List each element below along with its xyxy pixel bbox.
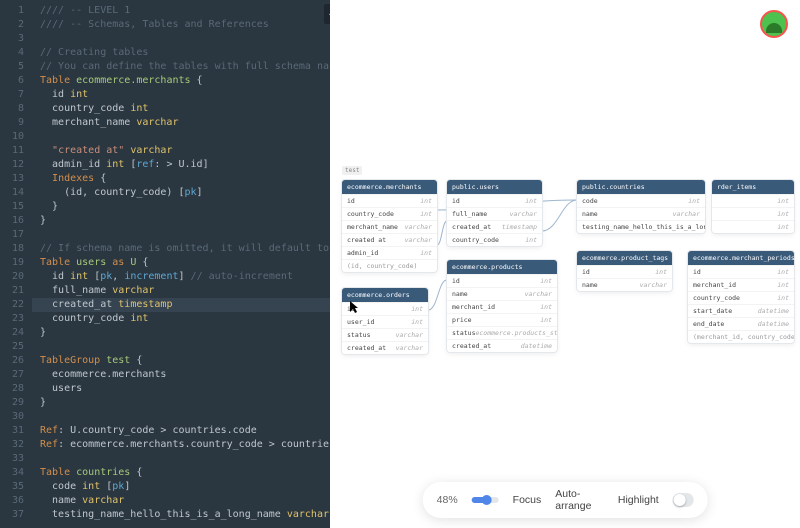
table-column[interactable]: namevarchar <box>577 278 672 291</box>
cursor-icon <box>349 300 359 314</box>
code-line[interactable]: } <box>40 396 330 410</box>
code-line[interactable] <box>40 340 330 354</box>
table-header[interactable]: public.countries <box>577 180 705 194</box>
code-editor[interactable]: 1234567891011121314151617181920212223242… <box>0 0 330 528</box>
diagram-canvas[interactable]: test ecommerce.merchantsidintcountry_cod… <box>330 0 800 528</box>
code-line[interactable]: ecommerce.merchants <box>40 368 330 382</box>
table-header[interactable]: ecommerce.products <box>447 260 557 274</box>
table-index: (id, country_code) <box>342 259 437 272</box>
table-countries[interactable]: public.countriescodeintnamevarchartestin… <box>577 180 705 233</box>
code-line[interactable]: } <box>40 214 330 228</box>
focus-button[interactable]: Focus <box>513 494 542 506</box>
table-header[interactable]: ecommerce.merchant_periods <box>688 251 794 265</box>
table-order_items[interactable]: rder_itemsintintint <box>712 180 794 233</box>
table-products[interactable]: ecommerce.productsidintnamevarcharmercha… <box>447 260 557 352</box>
table-header[interactable]: public.users <box>447 180 542 194</box>
table-column[interactable]: namevarchar <box>577 207 705 220</box>
table-column[interactable]: end_datedatetime <box>688 317 794 330</box>
code-line[interactable]: Ref: ecommerce.merchants.country_code > … <box>40 438 330 452</box>
code-line[interactable] <box>40 452 330 466</box>
code-line[interactable]: // Creating tables <box>40 46 330 60</box>
code-line[interactable]: country_code int <box>40 102 330 116</box>
table-column[interactable]: idint <box>577 265 672 278</box>
table-header[interactable]: ecommerce.merchants <box>342 180 437 194</box>
line-gutter: 1234567891011121314151617181920212223242… <box>0 0 32 528</box>
table-column[interactable]: merchant_idint <box>447 300 557 313</box>
code-line[interactable]: Ref: U.country_code > countries.code <box>40 424 330 438</box>
table-column[interactable]: country_codeint <box>342 207 437 220</box>
table-column[interactable]: created_atvarchar <box>342 341 428 354</box>
table-column[interactable]: country_codeint <box>688 291 794 304</box>
code-line[interactable]: "created at" varchar <box>40 144 330 158</box>
code-line[interactable]: full_name varchar <box>40 284 330 298</box>
table-column[interactable]: merchant_namevarchar <box>342 220 437 233</box>
table-product_tags[interactable]: ecommerce.product_tagsidintnamevarchar <box>577 251 672 291</box>
code-line[interactable]: users <box>40 382 330 396</box>
code-line[interactable]: country_code int <box>40 312 330 326</box>
table-column[interactable]: merchant_idint <box>688 278 794 291</box>
code-line[interactable]: id int [pk, increment] // auto-increment <box>40 270 330 284</box>
code-line[interactable]: Table countries { <box>40 466 330 480</box>
code-line[interactable]: (id, country_code) [pk] <box>40 186 330 200</box>
table-merchant_periods[interactable]: ecommerce.merchant_periodsidintmerchant_… <box>688 251 794 343</box>
table-column[interactable]: created_attimestamp <box>447 220 542 233</box>
table-column[interactable]: idint <box>447 194 542 207</box>
table-index: (merchant_id, country_code) <box>688 330 794 343</box>
table-column[interactable]: statusvarchar <box>342 328 428 341</box>
table-column[interactable]: full_namevarchar <box>447 207 542 220</box>
table-merchants[interactable]: ecommerce.merchantsidintcountry_codeintm… <box>342 180 437 272</box>
code-line[interactable]: admin_id int [ref: > U.id] <box>40 158 330 172</box>
auto-arrange-button[interactable]: Auto-arrange <box>555 488 604 512</box>
code-line[interactable]: created_at timestamp <box>32 298 330 312</box>
code-line[interactable]: name varchar <box>40 494 330 508</box>
table-header[interactable]: rder_items <box>712 180 794 194</box>
table-column[interactable]: idint <box>447 274 557 287</box>
table-column[interactable]: start_datedatetime <box>688 304 794 317</box>
code-line[interactable] <box>40 228 330 242</box>
code-line[interactable]: //// -- Schemas, Tables and References <box>40 18 330 32</box>
code-area[interactable]: //// -- LEVEL 1//// -- Schemas, Tables a… <box>32 0 330 528</box>
code-line[interactable]: // If schema name is omitted, it will de… <box>40 242 330 256</box>
code-line[interactable]: id int <box>40 88 330 102</box>
table-column[interactable]: namevarchar <box>447 287 557 300</box>
code-line[interactable] <box>40 410 330 424</box>
code-line[interactable]: Table users as U { <box>40 256 330 270</box>
table-column[interactable]: idint <box>342 194 437 207</box>
highlight-toggle[interactable] <box>673 493 694 507</box>
table-column[interactable]: admin_idint <box>342 246 437 259</box>
avatar[interactable] <box>760 10 788 38</box>
table-column[interactable]: country_codeint <box>447 233 542 246</box>
code-line[interactable]: TableGroup test { <box>40 354 330 368</box>
highlight-label: Highlight <box>618 494 659 506</box>
code-line[interactable]: testing_name_hello_this_is_a_long_name v… <box>40 508 330 522</box>
canvas-toolbar: 48% Focus Auto-arrange Highlight <box>423 482 708 518</box>
table-column[interactable]: testing_name_hello_this_is_a_long_nameva… <box>577 220 705 233</box>
group-tag: test <box>342 166 362 175</box>
table-column[interactable]: int <box>712 194 794 207</box>
code-line[interactable]: // You can define the tables with full s… <box>40 60 330 74</box>
table-column[interactable]: idint <box>688 265 794 278</box>
table-column[interactable]: int <box>712 220 794 233</box>
table-column[interactable]: statusecommerce.products_status <box>447 326 557 339</box>
table-column[interactable]: int <box>712 207 794 220</box>
code-line[interactable]: } <box>40 326 330 340</box>
code-line[interactable]: code int [pk] <box>40 480 330 494</box>
code-line[interactable]: merchant_name varchar <box>40 116 330 130</box>
code-line[interactable]: Indexes { <box>40 172 330 186</box>
table-column[interactable]: codeint <box>577 194 705 207</box>
code-line[interactable]: } <box>40 200 330 214</box>
code-line[interactable] <box>40 32 330 46</box>
table-orders[interactable]: ecommerce.ordersidintuser_idintstatusvar… <box>342 288 428 354</box>
table-column[interactable]: created_atdatetime <box>447 339 557 352</box>
table-column[interactable]: created atvarchar <box>342 233 437 246</box>
table-column[interactable]: priceint <box>447 313 557 326</box>
table-users[interactable]: public.usersidintfull_namevarcharcreated… <box>447 180 542 246</box>
code-line[interactable]: //// -- LEVEL 1 <box>40 4 330 18</box>
zoom-level: 48% <box>437 494 458 506</box>
table-column[interactable]: user_idint <box>342 315 428 328</box>
zoom-slider[interactable] <box>472 497 499 503</box>
code-line[interactable]: Table ecommerce.merchants { <box>40 74 330 88</box>
table-header[interactable]: ecommerce.product_tags <box>577 251 672 265</box>
code-line[interactable] <box>40 130 330 144</box>
